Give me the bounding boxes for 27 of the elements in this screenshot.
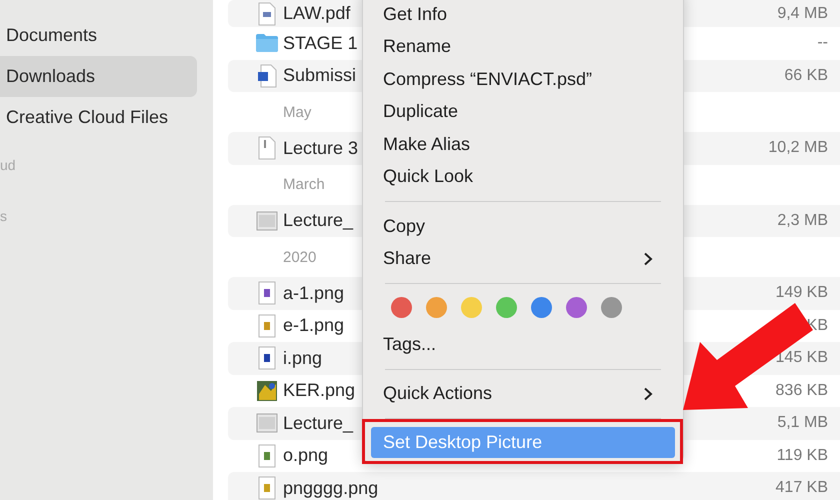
group-heading: March <box>283 176 325 193</box>
file-name: Submissi <box>283 65 356 86</box>
group-heading: May <box>283 104 312 120</box>
group-heading: 2020 <box>283 248 316 266</box>
file-size: 417 KB <box>776 479 828 498</box>
file-size: 66 KB <box>784 66 828 85</box>
file-name: Lecture_ <box>283 210 354 232</box>
file-name: pngggg.png <box>283 478 378 499</box>
file-name: e-1.png <box>283 315 344 336</box>
sidebar-section-header: s <box>0 207 8 226</box>
file-size: 836 KB <box>776 382 828 400</box>
file-name: LAW.pdf <box>283 3 350 24</box>
file-size: 10,2 MB <box>768 139 828 158</box>
file-name: o.png <box>283 445 328 466</box>
file-size: 5,1 MB <box>777 414 828 432</box>
file-name: KER.png <box>283 380 356 402</box>
file-name: STAGE 1 <box>283 32 358 54</box>
file-size: 9,4 MB <box>777 4 828 22</box>
file-name: Lecture 3 <box>283 138 358 159</box>
file-name: a-1.png <box>283 282 344 304</box>
file-size: 119 KB <box>776 446 828 465</box>
file-size: -- <box>817 34 828 52</box>
sidebar-section-header: ud <box>0 156 17 175</box>
file-name: i.png <box>283 348 322 369</box>
file-size: 149 KB <box>776 284 828 302</box>
file-size: 2,3 MB <box>777 212 828 230</box>
file-name: Lecture_ <box>283 412 354 434</box>
